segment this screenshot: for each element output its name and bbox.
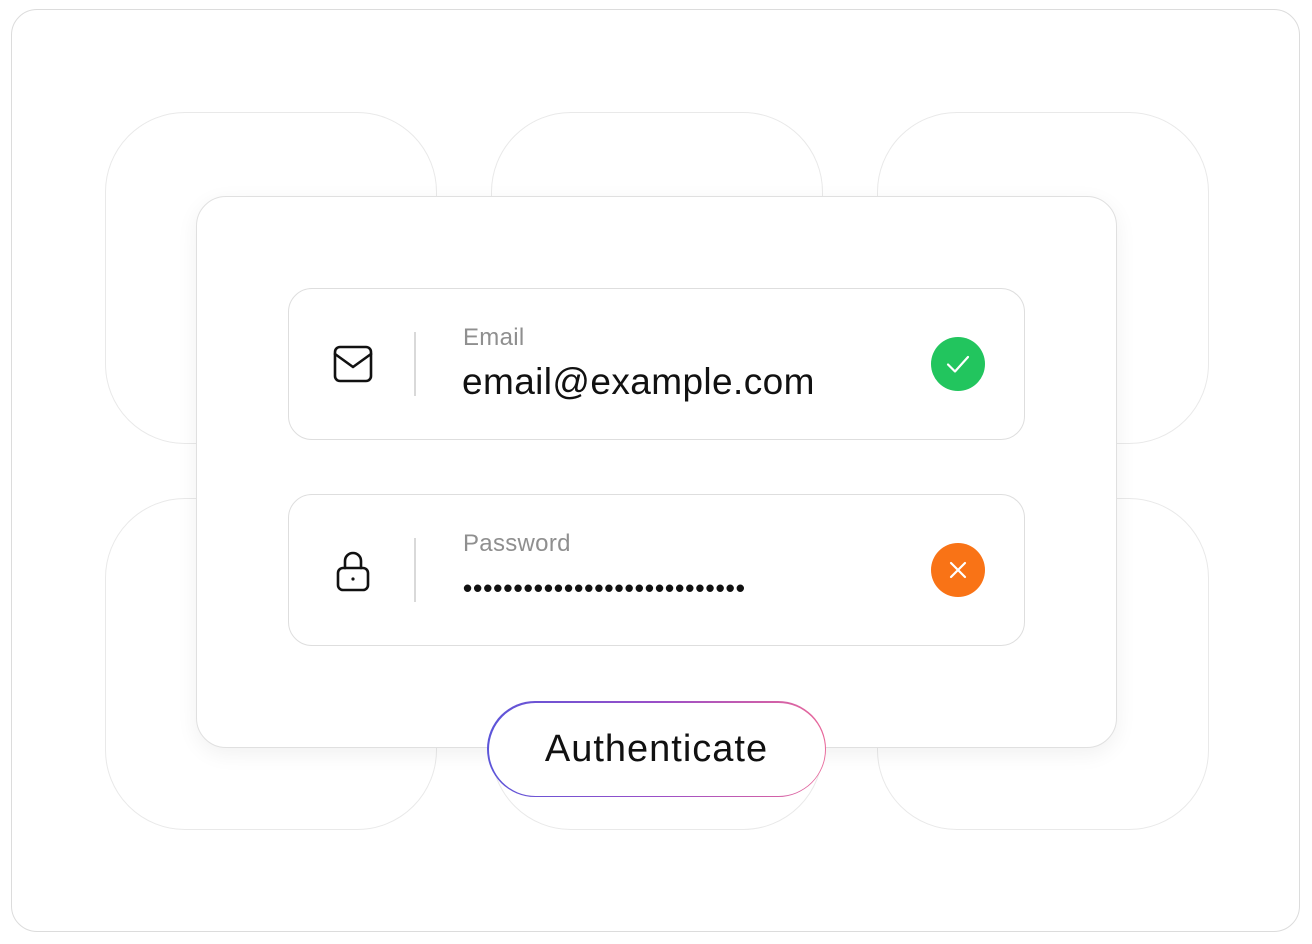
authenticate-button[interactable]: Authenticate: [488, 702, 825, 796]
password-input[interactable]: ••••••••••••••••••••••••••••: [463, 573, 746, 604]
email-label: Email: [463, 324, 525, 351]
invalid-status-badge: [931, 543, 985, 597]
lock-icon: [329, 546, 377, 594]
email-input[interactable]: email@example.com: [462, 361, 815, 403]
email-field[interactable]: Email email@example.com: [288, 288, 1025, 440]
valid-status-badge: [931, 337, 985, 391]
close-icon: [949, 561, 967, 579]
password-label: Password: [463, 530, 571, 557]
check-icon: [946, 355, 970, 373]
envelope-icon: [329, 340, 377, 388]
authenticate-button-border: Authenticate: [487, 701, 826, 797]
password-field[interactable]: Password ••••••••••••••••••••••••••••: [288, 494, 1025, 646]
field-divider: [414, 538, 416, 602]
field-divider: [414, 332, 416, 396]
login-card: [196, 196, 1117, 748]
